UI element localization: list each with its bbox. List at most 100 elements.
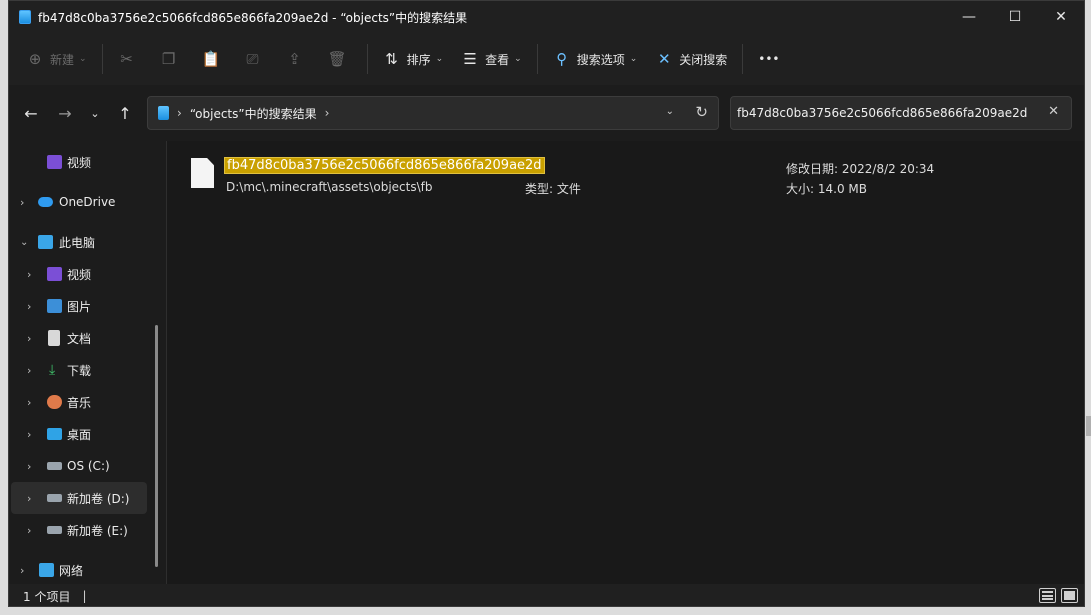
sidebar-scrollbar[interactable] (155, 325, 158, 567)
chevron-right-icon[interactable]: › (27, 396, 31, 409)
up-arrow-icon[interactable]: ↑ (113, 101, 137, 125)
view-button[interactable]: ☰ 查看 ⌄ (452, 41, 531, 77)
document-icon (48, 330, 60, 346)
sidebar-item-videos-quick[interactable]: 视频 (9, 146, 159, 178)
sidebar-item-videos[interactable]: › 视频 (9, 258, 159, 290)
close-search-label: 关闭搜索 (679, 52, 728, 67)
address-bar[interactable]: › “objects”中的搜索结果 › ⌄ ↻ (147, 96, 719, 130)
sidebar-item-label: OneDrive (59, 195, 116, 209)
search-options-label: 搜索选项 (576, 52, 625, 67)
file-explorer-window: fb47d8c0ba3756e2c5066fcd865e866fa209ae2d… (8, 0, 1085, 607)
drive-icon (47, 462, 62, 470)
chevron-right-icon[interactable]: › (27, 268, 31, 281)
rename-icon: ⎚ (246, 50, 259, 68)
cut-button[interactable]: ✂ (109, 41, 151, 77)
chevron-right-icon[interactable]: › (20, 564, 24, 577)
list-view-icon: ☰ (463, 50, 477, 68)
chevron-right-icon[interactable]: › (27, 300, 31, 313)
chevron-down-icon[interactable]: ⌄ (20, 237, 28, 248)
more-button[interactable]: ••• (749, 41, 788, 77)
chevron-down-icon: ⌄ (514, 54, 522, 64)
sidebar-item-label: 视频 (67, 155, 92, 170)
sidebar-item-label: 此电脑 (59, 235, 96, 250)
window-title: fb47d8c0ba3756e2c5066fcd865e866fa209ae2d… (38, 10, 468, 25)
video-icon (47, 267, 62, 281)
new-label: 新建 (50, 52, 75, 67)
search-options-button[interactable]: ⚲ 搜索选项 ⌄ (544, 41, 647, 77)
sidebar-item-label: 图片 (67, 299, 92, 314)
chevron-right-icon[interactable]: › (27, 364, 31, 377)
breadcrumb-chevron-icon[interactable]: › (325, 106, 330, 120)
sidebar-item-label: 网络 (59, 563, 84, 578)
sidebar-item-desktop[interactable]: › 桌面 (9, 418, 159, 450)
chevron-right-icon[interactable]: › (27, 524, 31, 537)
delete-button[interactable]: 🗑 (319, 41, 361, 77)
breadcrumb[interactable]: “objects”中的搜索结果 (190, 105, 317, 122)
tiles-view-icon[interactable] (1061, 588, 1078, 603)
toolbar-divider (101, 44, 103, 74)
refresh-icon[interactable]: ↻ (695, 103, 708, 121)
sidebar-item-network[interactable]: › 网络 (9, 554, 159, 586)
status-bar: 1 个项目 | (9, 584, 1084, 606)
chevron-right-icon[interactable]: › (27, 428, 31, 441)
chevron-right-icon[interactable]: › (27, 332, 31, 345)
rename-button[interactable]: ⎚ (235, 41, 277, 77)
plus-circle-icon: ⊕ (28, 50, 42, 68)
pictures-icon (47, 299, 62, 313)
sidebar-item-label: 新加卷 (E:) (67, 523, 128, 538)
close-search-button[interactable]: ✕ 关闭搜索 (646, 41, 736, 77)
back-arrow-icon[interactable]: ← (19, 101, 43, 125)
minimize-button[interactable]: — (946, 1, 992, 33)
sort-label: 排序 (406, 52, 431, 67)
forward-arrow-icon[interactable]: → (53, 101, 77, 125)
search-query[interactable]: fb47d8c0ba3756e2c5066fcd865e866fa209ae2d (737, 106, 1027, 120)
copy-button[interactable]: ❐ (151, 41, 193, 77)
chevron-right-icon[interactable]: › (20, 196, 24, 209)
command-bar: ⊕ 新建 ⌄ ✂ ❐ 📋 ⎚ ⇪ 🗑 ⇅ 排序 ⌄ ☰ 查看 ⌄ ⚲ 搜索选项 … (9, 33, 1084, 85)
sidebar-item-this-pc[interactable]: ⌄ 此电脑 (9, 226, 159, 258)
share-button[interactable]: ⇪ (277, 41, 319, 77)
chevron-down-icon: ⌄ (79, 54, 87, 64)
file-modified-date: 修改日期: 2022/8/2 20:34 (786, 162, 935, 176)
sidebar-item-pictures[interactable]: › 图片 (9, 290, 159, 322)
share-icon: ⇪ (288, 50, 301, 68)
view-label: 查看 (485, 52, 510, 67)
recent-locations-chevron-icon[interactable]: ⌄ (83, 101, 107, 125)
search-input[interactable]: fb47d8c0ba3756e2c5066fcd865e866fa209ae2d… (730, 96, 1072, 130)
folder-icon (158, 106, 169, 120)
toolbar-divider (742, 44, 744, 74)
music-icon (47, 395, 62, 409)
sidebar-item-music[interactable]: › 音乐 (9, 386, 159, 418)
sidebar-item-label: 音乐 (67, 395, 92, 410)
sidebar-item-label: OS (C:) (67, 459, 110, 473)
close-button[interactable]: ✕ (1038, 1, 1084, 33)
sort-icon: ⇅ (385, 50, 398, 68)
sidebar-item-drive-d[interactable]: › 新加卷 (D:) (11, 482, 147, 514)
breadcrumb-chevron-icon[interactable]: › (177, 106, 182, 120)
drive-icon (47, 526, 62, 534)
sidebar-item-onedrive[interactable]: › OneDrive (9, 186, 159, 218)
folder-icon (19, 10, 31, 24)
file-icon (191, 158, 214, 188)
details-view-icon[interactable] (1039, 588, 1056, 603)
clipboard-icon: 📋 (201, 50, 221, 68)
sort-button[interactable]: ⇅ 排序 ⌄ (374, 41, 453, 77)
chevron-right-icon[interactable]: › (27, 460, 31, 473)
new-button[interactable]: ⊕ 新建 ⌄ (17, 41, 96, 77)
sidebar-item-label: 文档 (67, 331, 92, 346)
search-results-pane: fb47d8c0ba3756e2c5066fcd865e866fa209ae2d… (167, 141, 1084, 584)
file-name[interactable]: fb47d8c0ba3756e2c5066fcd865e866fa209ae2d (224, 157, 545, 174)
maximize-button[interactable]: ☐ (992, 1, 1038, 33)
chevron-right-icon[interactable]: › (27, 492, 31, 505)
navigation-pane: 视频 › OneDrive ⌄ 此电脑 › 视频 › 图片 › 文档 › ⤓ 下… (9, 141, 167, 584)
address-history-chevron-icon[interactable]: ⌄ (666, 106, 674, 117)
sidebar-item-downloads[interactable]: › ⤓ 下载 (9, 354, 159, 386)
sidebar-item-drive-e[interactable]: › 新加卷 (E:) (9, 514, 159, 546)
paste-button[interactable]: 📋 (193, 41, 235, 77)
clear-search-icon[interactable]: ✕ (1048, 104, 1059, 119)
title-bar[interactable]: fb47d8c0ba3756e2c5066fcd865e866fa209ae2d… (9, 1, 1084, 33)
video-icon (47, 155, 62, 169)
sidebar-item-label: 视频 (67, 267, 92, 282)
sidebar-item-documents[interactable]: › 文档 (9, 322, 159, 354)
sidebar-item-drive-c[interactable]: › OS (C:) (9, 450, 159, 482)
